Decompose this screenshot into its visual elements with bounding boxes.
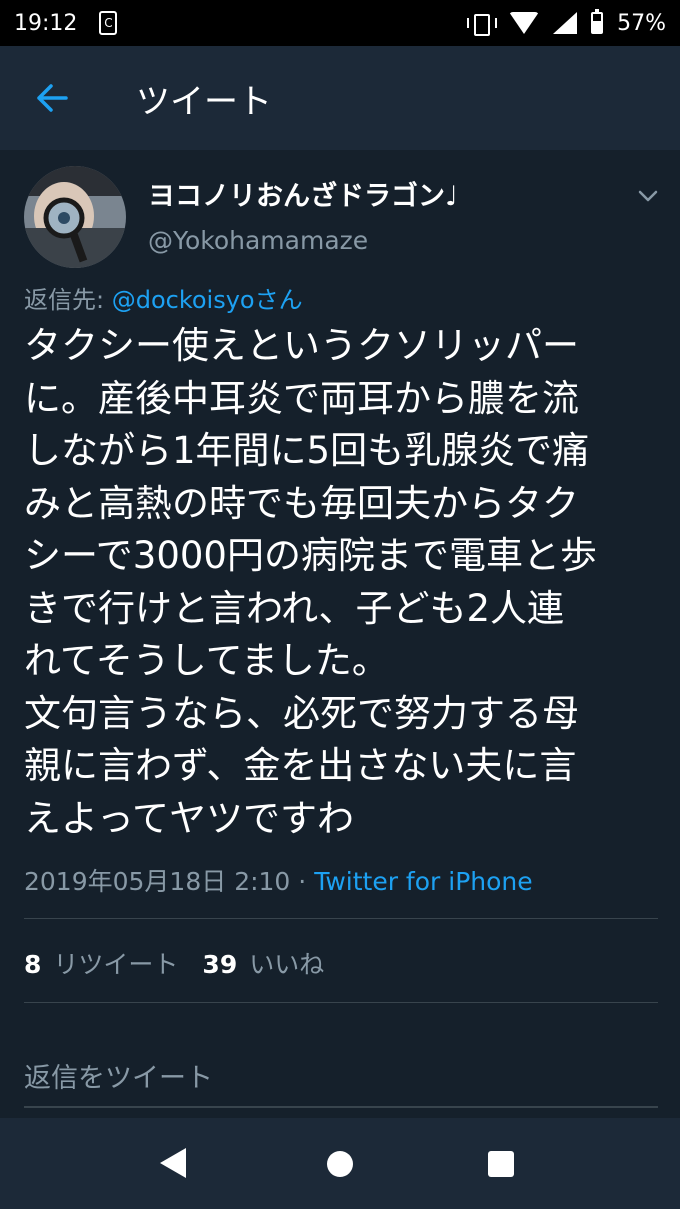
tweet-text-line: れてそうしてました。	[24, 639, 389, 682]
chevron-down-icon	[638, 190, 658, 202]
tweet-text-line: えよってヤツですわ	[24, 796, 355, 840]
reply-mention-link[interactable]: @dockoisyoさん	[112, 286, 303, 314]
tweet-source-link[interactable]: Twitter for iPhone	[314, 867, 532, 896]
battery-icon	[591, 9, 604, 34]
app-notification-icon: C	[99, 11, 118, 35]
tweet-author: ヨコノリおんざドラゴン♩ @Yokohamamaze	[24, 160, 658, 270]
avatar[interactable]	[24, 166, 126, 268]
display-name[interactable]: ヨコノリおんざドラゴン♩	[148, 174, 458, 213]
tweet-meta: 2019年05月18日 2:10 · Twitter for iPhone	[24, 862, 533, 898]
arrow-left-icon	[37, 84, 68, 112]
vibrate-icon	[465, 12, 498, 36]
tweet-text-line: タクシー使えというクソリッパー	[24, 324, 579, 367]
like-label: いいね	[249, 950, 325, 979]
recents-square-icon[interactable]	[488, 1151, 514, 1177]
status-time: 19:12	[14, 10, 78, 36]
tweet-text-line: 親に言わず、金を出さない夫に言	[24, 744, 577, 787]
user-handle[interactable]: @Yokohamamaze	[148, 226, 368, 255]
tweet-text-line: きで行けと言われ、子ども2人連	[24, 586, 565, 630]
app-bar: ツイート	[0, 46, 680, 150]
retweet-count: 8	[24, 950, 42, 979]
wifi-icon	[509, 12, 540, 34]
tweet-text-line: に。産後中耳炎で両耳から膿を流	[24, 376, 579, 420]
system-nav-bar	[0, 1118, 680, 1209]
battery-percent: 57%	[617, 10, 666, 36]
home-circle-icon[interactable]	[327, 1151, 353, 1177]
back-button[interactable]	[0, 46, 104, 150]
status-icons: 57%	[465, 9, 666, 36]
avatar-image	[24, 166, 126, 268]
retweet-label: リツイート	[53, 950, 179, 979]
tweet-text-line: しながら1年間に5回も乳腺炎で痛	[24, 429, 590, 472]
reply-input[interactable]: 返信をツイート	[24, 1052, 658, 1108]
tweet-text-line: シーで3000円の病院まで電車と歩	[24, 534, 597, 577]
divider	[24, 918, 658, 919]
tweet-menu-button[interactable]	[634, 182, 662, 210]
page-title: ツイート	[136, 81, 272, 122]
like-count: 39	[202, 950, 238, 979]
tweet-text-line: みと高熱の時でも毎回夫からタク	[24, 481, 579, 525]
retweet-stat[interactable]: 8 リツイート	[24, 945, 178, 981]
like-stat[interactable]: 39 いいね	[202, 945, 324, 981]
status-bar: 19:12 C 57%	[0, 0, 680, 46]
tweet-text: タクシー使えというクソリッパー に。産後中耳炎で両耳から膿を流 しながら1年間に…	[24, 320, 660, 845]
tweet-stats: 8 リツイート 39 いいね	[24, 945, 324, 981]
reply-prefix: 返信先:	[24, 286, 112, 314]
meta-separator: ·	[290, 867, 315, 896]
tweet-timestamp: 2019年05月18日 2:10	[24, 867, 291, 896]
tweet-text-line: 文句言うなら、必死で努力する母	[24, 691, 579, 735]
divider	[24, 1002, 658, 1003]
reply-to-line: 返信先: @dockoisyoさん	[24, 280, 303, 315]
signal-icon	[553, 12, 578, 34]
back-triangle-icon[interactable]	[160, 1148, 186, 1178]
